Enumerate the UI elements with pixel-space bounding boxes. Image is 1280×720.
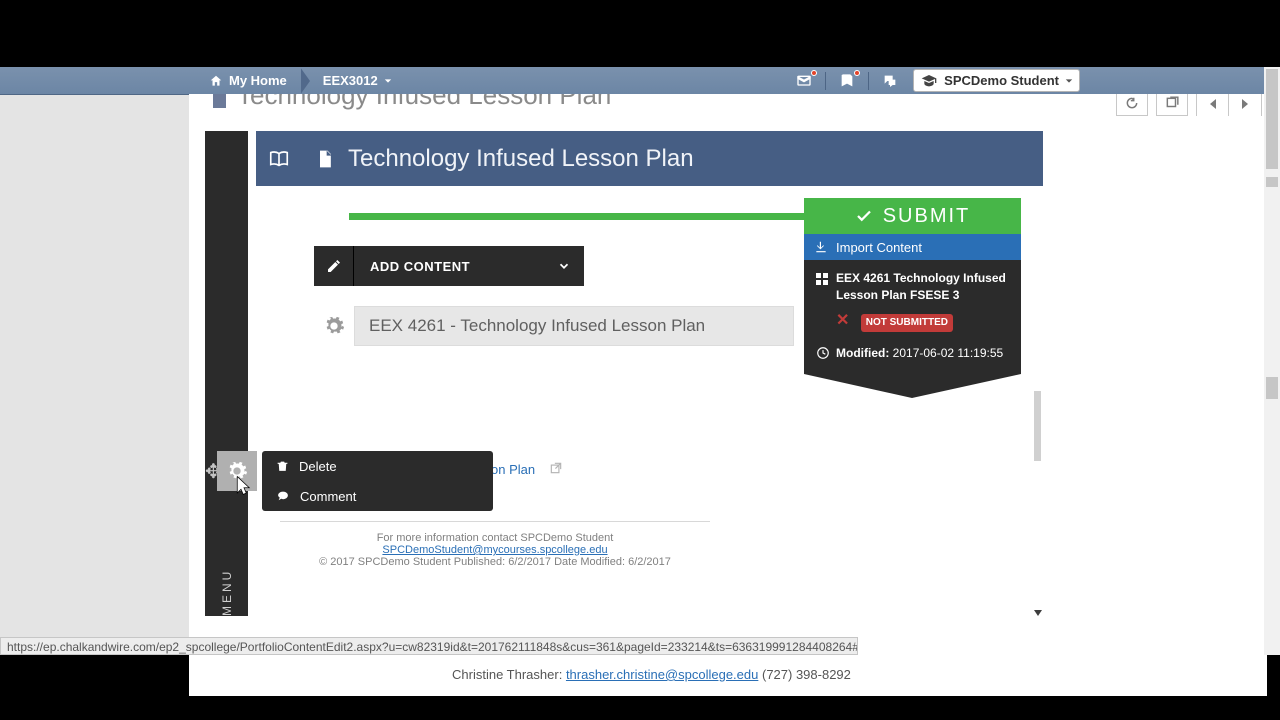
file-link-tail[interactable]: on Plan bbox=[491, 462, 535, 477]
viewer-footer: For more information contact SPCDemo Stu… bbox=[255, 521, 735, 568]
footer-line-1: For more information contact SPCDemo Stu… bbox=[255, 532, 735, 544]
contact-phone: (727) 398-8292 bbox=[762, 667, 851, 682]
course-link[interactable]: EEX3012 bbox=[315, 73, 398, 88]
section-gear-button[interactable] bbox=[314, 306, 354, 346]
submission-name: EEX 4261 Technology Infused Lesson Plan … bbox=[836, 271, 1006, 302]
cursor-icon bbox=[235, 475, 253, 499]
trash-icon bbox=[276, 459, 289, 473]
submit-label: SUBMIT bbox=[883, 205, 971, 228]
modified-value: 2017-06-02 11:19:55 bbox=[893, 346, 1004, 360]
open-external-icon[interactable] bbox=[549, 461, 563, 475]
user-name: SPCDemo Student bbox=[944, 73, 1059, 88]
import-label: Import Content bbox=[836, 240, 922, 255]
chevron-down-icon bbox=[557, 259, 571, 273]
next-button[interactable] bbox=[1229, 94, 1261, 116]
browser-scrollbar[interactable] bbox=[1264, 67, 1280, 655]
content-panel: MENU Technology Infused Lesson Plan SUBM… bbox=[189, 116, 1267, 696]
x-icon: ✕ bbox=[836, 312, 849, 329]
page-heading-strip: Technology Infused Lesson Plan bbox=[189, 94, 1267, 116]
user-menu[interactable]: SPCDemo Student bbox=[913, 69, 1080, 92]
footer-line-3: © 2017 SPCDemo Student Published: 6/2/20… bbox=[255, 556, 735, 568]
prev-button[interactable] bbox=[1197, 94, 1229, 116]
submission-panel: Import Content EEX 4261 Technology Infus… bbox=[804, 234, 1021, 398]
contact-email[interactable]: thrasher.christine@spcollege.edu bbox=[566, 667, 758, 682]
home-icon bbox=[209, 74, 223, 88]
grid-icon bbox=[816, 273, 828, 332]
status-bar: https://ep.chalkandwire.com/ep2_spcolleg… bbox=[0, 637, 858, 655]
add-content-dropdown[interactable]: ADD CONTENT bbox=[314, 246, 584, 286]
add-content-label: ADD CONTENT bbox=[354, 246, 544, 286]
toc-button[interactable] bbox=[256, 131, 302, 186]
gear-icon bbox=[323, 315, 345, 337]
contact-credit: Christine Thrasher: thrasher.christine@s… bbox=[452, 667, 851, 682]
top-nav: My Home EEX3012 bbox=[0, 67, 1280, 95]
menu-rail[interactable]: MENU bbox=[205, 131, 248, 616]
grad-cap-icon bbox=[920, 73, 938, 89]
context-menu: Delete Comment bbox=[262, 451, 493, 511]
menu-comment-label: Comment bbox=[300, 489, 356, 504]
modified-label: Modified: bbox=[836, 346, 889, 360]
caret-down-icon bbox=[1065, 77, 1073, 85]
refresh-button[interactable] bbox=[1116, 94, 1148, 116]
menu-comment[interactable]: Comment bbox=[262, 481, 493, 511]
pencil-icon bbox=[326, 258, 342, 274]
course-label: EEX3012 bbox=[323, 73, 378, 88]
home-label: My Home bbox=[229, 73, 287, 88]
page-icon bbox=[302, 147, 348, 171]
new-window-button[interactable] bbox=[1156, 94, 1188, 116]
book-icon bbox=[266, 148, 292, 170]
viewer-title: Technology Infused Lesson Plan bbox=[348, 145, 694, 173]
section-title: EEX 4261 - Technology Infused Lesson Pla… bbox=[354, 306, 794, 346]
import-icon bbox=[814, 240, 828, 254]
menu-delete-label: Delete bbox=[299, 459, 337, 474]
footer-email[interactable]: SPCDemoStudent@mycourses.spcollege.edu bbox=[382, 544, 607, 556]
menu-label: MENU bbox=[220, 149, 234, 616]
document-icon bbox=[207, 94, 231, 112]
messages-icon[interactable] bbox=[791, 70, 817, 92]
check-icon bbox=[855, 207, 873, 225]
submit-button[interactable]: SUBMIT bbox=[804, 198, 1021, 234]
viewer-title-bar: Technology Infused Lesson Plan bbox=[302, 131, 1043, 186]
subscriptions-icon[interactable] bbox=[834, 70, 860, 92]
chat-icon[interactable] bbox=[877, 70, 903, 92]
page-title: Technology Infused Lesson Plan bbox=[237, 94, 611, 111]
comment-icon bbox=[276, 490, 290, 503]
portfolio-viewer: MENU Technology Infused Lesson Plan SUBM… bbox=[205, 131, 1043, 616]
status-badge: NOT SUBMITTED bbox=[861, 314, 953, 333]
progress-bar bbox=[349, 213, 804, 220]
viewer-scrollbar[interactable] bbox=[1033, 131, 1043, 616]
clock-icon bbox=[816, 346, 830, 360]
home-link[interactable]: My Home bbox=[205, 67, 301, 94]
contact-name: Christine Thrasher: bbox=[452, 667, 562, 682]
import-content-button[interactable]: Import Content bbox=[804, 234, 1021, 260]
menu-delete[interactable]: Delete bbox=[262, 451, 493, 481]
section-row: EEX 4261 - Technology Infused Lesson Pla… bbox=[314, 306, 794, 346]
caret-down-icon bbox=[384, 77, 392, 85]
